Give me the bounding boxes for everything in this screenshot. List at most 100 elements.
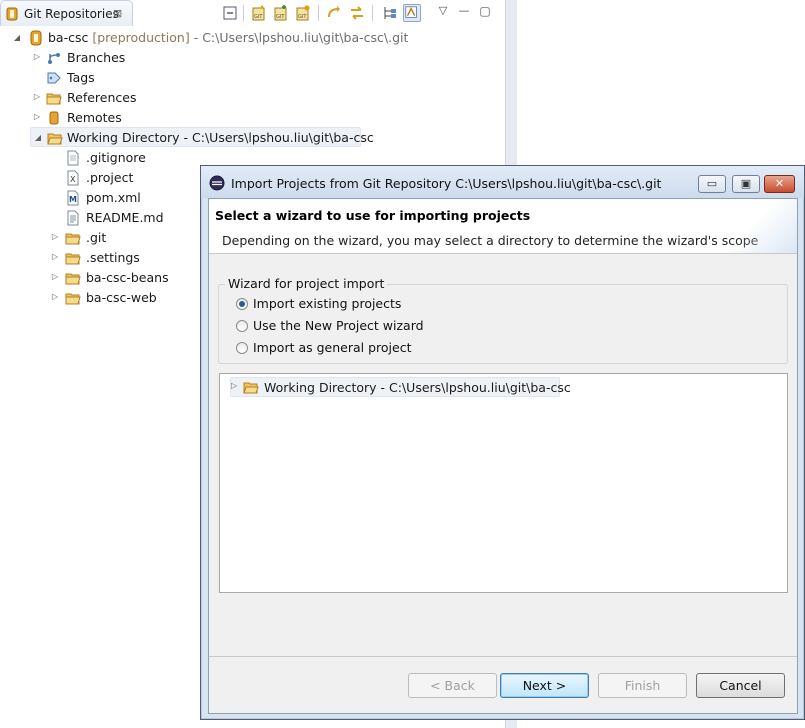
tree-item-working-directory[interactable]: ◢ Working Directory - C:\Users\lpshou.li… xyxy=(30,127,374,147)
tree-item-label: Working Directory - C:\Users\lpshou.liu\… xyxy=(67,130,374,145)
collapsed-arrow-icon[interactable]: ▷ xyxy=(50,232,60,242)
close-tab-icon[interactable]: ⊠ xyxy=(113,7,122,20)
git-repository-icon xyxy=(6,7,18,21)
minimize-view-icon[interactable]: — xyxy=(455,4,473,22)
tab-git-repositories[interactable]: Git Repositories ⊠ xyxy=(0,0,133,26)
tree-folder-ba-csc-web[interactable]: ▷ ba-csc-web xyxy=(50,288,180,308)
text-file-icon xyxy=(67,210,79,226)
tree-item-references[interactable]: ▷ References xyxy=(30,88,230,108)
svg-text:GIT: GIT xyxy=(298,14,307,20)
open-folder-icon xyxy=(47,133,63,145)
add-repository-icon[interactable]: GIT xyxy=(250,4,268,22)
project-tree[interactable]: ▷ Working Directory - C:\Users\lpshou.li… xyxy=(219,373,788,593)
tree-item-label: ba-csc-web xyxy=(86,290,157,305)
collapsed-arrow-icon[interactable]: ▷ xyxy=(231,381,237,390)
link-with-selection-icon[interactable] xyxy=(348,4,366,22)
tree-item-label: Tags xyxy=(67,70,95,85)
svg-text:X: X xyxy=(70,175,76,184)
view-menu-icon[interactable]: ▽ xyxy=(434,4,452,22)
wizard-page-description: Depending on the wizard, you may select … xyxy=(222,233,759,248)
radio-button[interactable] xyxy=(236,320,248,332)
tree-item-label: .gitignore xyxy=(86,150,146,165)
tree-folder-ba-csc-beans[interactable]: ▷ ba-csc-beans xyxy=(50,268,180,288)
tree-file-gitignore[interactable]: .gitignore xyxy=(50,148,170,168)
collapsed-arrow-icon[interactable]: ▷ xyxy=(50,272,60,282)
view-tab-bar: Git Repositories ⊠ GIT GIT GIT ▽ — ▢ xyxy=(0,0,505,26)
svg-text:GIT: GIT xyxy=(276,14,285,20)
group-title: Wizard for project import xyxy=(225,276,388,291)
tree-item-label: README.md xyxy=(86,210,164,225)
collapsed-arrow-icon[interactable]: ▷ xyxy=(50,292,60,302)
back-button[interactable]: < Back xyxy=(408,673,497,698)
folder-icon xyxy=(65,293,81,305)
branches-icon xyxy=(48,53,60,64)
xml-file-icon: X xyxy=(67,170,79,186)
tree-item-label: .project xyxy=(86,170,134,185)
collapsed-arrow-icon[interactable]: ▷ xyxy=(32,112,42,122)
tree-item-label: .git xyxy=(86,230,107,245)
tree-file-readme[interactable]: README.md xyxy=(50,208,170,228)
dialog-content: Select a wizard to use for importing pro… xyxy=(208,198,798,714)
tree-item-branches[interactable]: ▷ Branches xyxy=(30,48,230,68)
button-bar-separator xyxy=(209,656,797,657)
remotes-icon xyxy=(49,111,59,125)
repository-branch: [preproduction] xyxy=(92,30,190,45)
git-repository-icon xyxy=(30,30,42,46)
clone-repository-icon[interactable]: GIT xyxy=(272,4,290,22)
tree-item-label: Branches xyxy=(67,50,126,65)
show-details-icon[interactable] xyxy=(403,4,421,22)
tree-file-pom[interactable]: M pom.xml xyxy=(50,188,170,208)
import-projects-dialog: Import Projects from Git Repository C:\U… xyxy=(200,165,805,720)
collapsed-arrow-icon[interactable]: ▷ xyxy=(32,92,42,102)
next-button[interactable]: Next > xyxy=(500,673,589,698)
refresh-icon[interactable] xyxy=(325,4,343,22)
expanded-arrow-icon[interactable]: ◢ xyxy=(12,33,22,43)
hierarchical-layout-icon[interactable] xyxy=(381,4,399,22)
svg-text:GIT: GIT xyxy=(254,14,263,20)
tree-item-label: pom.xml xyxy=(86,190,141,205)
window-minimize-button[interactable]: ▭ xyxy=(698,175,726,193)
maven-pom-icon: M xyxy=(67,190,79,206)
tree-folder-settings[interactable]: ▷ .settings xyxy=(50,248,180,268)
window-restore-button[interactable]: ▣ xyxy=(732,175,760,193)
radio-label: Use the New Project wizard xyxy=(253,318,424,333)
wizard-import-group: Import existing projects Use the New Pro… xyxy=(218,284,788,364)
folder-icon xyxy=(65,273,81,285)
tree-file-project[interactable]: X .project xyxy=(50,168,170,188)
wizard-page-title: Select a wizard to use for importing pro… xyxy=(215,208,531,223)
tree-item-working-directory[interactable]: ▷ Working Directory - C:\Users\lpshou.li… xyxy=(230,377,571,397)
create-repository-icon[interactable]: GIT xyxy=(294,4,312,22)
tree-item-label: References xyxy=(67,90,137,105)
collapsed-arrow-icon[interactable]: ▷ xyxy=(32,52,42,62)
folder-icon xyxy=(46,93,62,105)
dialog-title-bar[interactable]: Import Projects from Git Repository C:\U… xyxy=(201,166,804,198)
tags-icon xyxy=(47,72,61,84)
tree-item-label: Working Directory - C:\Users\lpshou.liu\… xyxy=(264,380,571,395)
collapse-all-icon[interactable] xyxy=(221,4,239,22)
radio-label: Import existing projects xyxy=(253,296,402,311)
wizard-header: Select a wizard to use for importing pro… xyxy=(209,199,797,254)
folder-icon xyxy=(65,233,81,245)
dialog-title: Import Projects from Git Repository C:\U… xyxy=(231,176,662,191)
collapsed-arrow-icon[interactable]: ▷ xyxy=(50,252,60,262)
expanded-arrow-icon[interactable]: ◢ xyxy=(33,133,43,143)
cancel-button[interactable]: Cancel xyxy=(696,673,785,698)
eclipse-icon xyxy=(209,175,225,191)
tree-folder-git[interactable]: ▷ .git xyxy=(50,228,180,248)
svg-text:M: M xyxy=(69,195,77,204)
radio-button[interactable] xyxy=(236,298,248,310)
tree-item-label: .settings xyxy=(86,250,140,265)
radio-label: Import as general project xyxy=(253,340,412,355)
file-icon xyxy=(67,150,79,166)
tab-label: Git Repositories xyxy=(24,7,119,21)
tree-item-label: Remotes xyxy=(67,110,122,125)
window-close-button[interactable]: ✕ xyxy=(764,175,795,193)
radio-button[interactable] xyxy=(236,342,248,354)
tree-item-tags[interactable]: Tags xyxy=(30,68,230,88)
maximize-view-icon[interactable]: ▢ xyxy=(476,4,494,22)
tree-row-repository[interactable]: ◢ ba-csc [preproduction] - C:\Users\lpsh… xyxy=(10,28,410,48)
finish-button[interactable]: Finish xyxy=(598,673,687,698)
tree-item-remotes[interactable]: ▷ Remotes xyxy=(30,108,230,128)
repository-path: - C:\Users\lpshou.liu\git\ba-csc\.git xyxy=(193,30,409,45)
open-folder-icon xyxy=(243,382,259,394)
